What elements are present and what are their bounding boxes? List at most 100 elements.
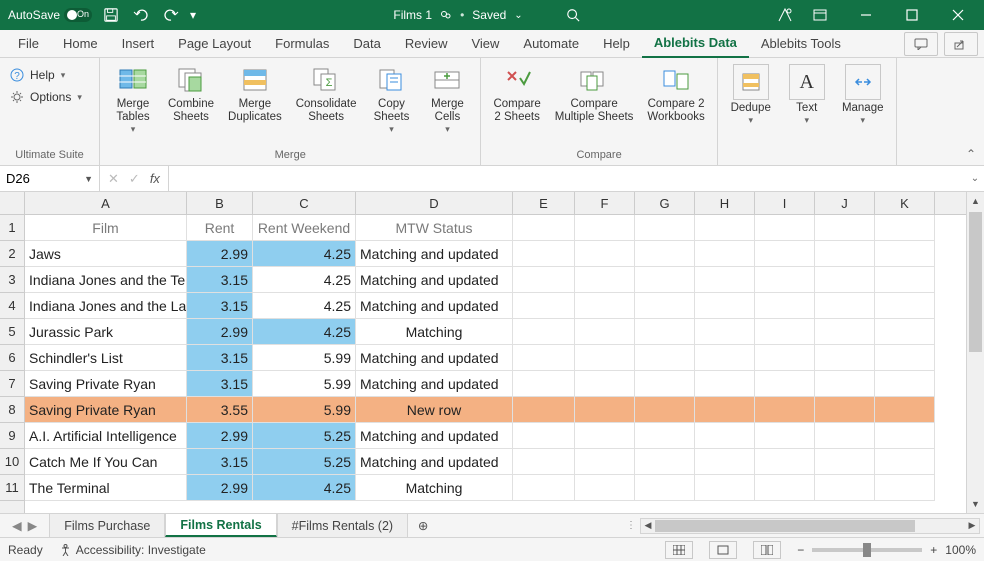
cell[interactable]: Saving Private Ryan bbox=[25, 397, 187, 423]
cell[interactable]: Matching and updated bbox=[356, 241, 513, 267]
spreadsheet-grid[interactable]: ABCDEFGHIJK 1234567891011 FilmRentRent W… bbox=[0, 192, 984, 513]
cell[interactable]: Rent Weekend bbox=[253, 215, 356, 241]
cell[interactable] bbox=[695, 345, 755, 371]
cell[interactable]: Rent bbox=[187, 215, 253, 241]
cell[interactable] bbox=[575, 345, 635, 371]
undo-icon[interactable] bbox=[130, 4, 152, 26]
cell[interactable]: Jaws bbox=[25, 241, 187, 267]
merge-cells-button[interactable]: Merge Cells▾ bbox=[420, 62, 474, 149]
cell[interactable]: Saving Private Ryan bbox=[25, 371, 187, 397]
cell[interactable] bbox=[513, 293, 575, 319]
cell[interactable]: 5.99 bbox=[253, 397, 356, 423]
compare-multisheets-button[interactable]: Compare Multiple Sheets bbox=[549, 62, 640, 149]
cell[interactable] bbox=[875, 267, 935, 293]
vertical-scrollbar[interactable]: ▲ ▼ bbox=[966, 192, 984, 513]
cell[interactable] bbox=[635, 241, 695, 267]
cell[interactable] bbox=[815, 215, 875, 241]
cell[interactable]: 4.25 bbox=[253, 241, 356, 267]
cell[interactable] bbox=[755, 215, 815, 241]
cell[interactable] bbox=[755, 241, 815, 267]
cell[interactable] bbox=[875, 371, 935, 397]
cell[interactable]: 2.99 bbox=[187, 423, 253, 449]
cell[interactable] bbox=[575, 241, 635, 267]
tab-insert[interactable]: Insert bbox=[110, 30, 167, 58]
sheet-tab-rentals2[interactable]: #Films Rentals (2) bbox=[277, 514, 408, 537]
zoom-in-button[interactable]: + bbox=[930, 543, 937, 557]
cell[interactable]: 5.99 bbox=[253, 345, 356, 371]
dedupe-button[interactable]: Dedupe▾ bbox=[724, 62, 778, 149]
cell[interactable] bbox=[635, 215, 695, 241]
scroll-left-icon[interactable]: ◀ bbox=[641, 519, 655, 533]
cell[interactable]: Matching and updated bbox=[356, 293, 513, 319]
cell[interactable]: New row bbox=[356, 397, 513, 423]
qat-dropdown[interactable]: ▾ bbox=[190, 8, 196, 22]
toggle-switch[interactable]: On bbox=[64, 8, 92, 22]
cell[interactable]: A.I. Artificial Intelligence bbox=[25, 423, 187, 449]
cell[interactable] bbox=[513, 423, 575, 449]
cell[interactable] bbox=[575, 449, 635, 475]
cell[interactable] bbox=[695, 319, 755, 345]
expand-formula-bar-icon[interactable]: ⌄ bbox=[966, 166, 984, 191]
row-header[interactable]: 9 bbox=[0, 423, 24, 449]
tab-page-layout[interactable]: Page Layout bbox=[166, 30, 263, 58]
maximize-button[interactable] bbox=[890, 0, 934, 30]
cell[interactable] bbox=[755, 423, 815, 449]
cell[interactable] bbox=[635, 371, 695, 397]
title-dropdown-icon[interactable]: ⌄ bbox=[514, 10, 522, 21]
copy-sheets-button[interactable]: Copy Sheets▾ bbox=[364, 62, 418, 149]
name-box[interactable]: D26 ▼ bbox=[0, 166, 100, 191]
tab-formulas[interactable]: Formulas bbox=[263, 30, 341, 58]
cell[interactable] bbox=[513, 267, 575, 293]
cell[interactable]: Indiana Jones and the Te bbox=[25, 267, 187, 293]
help-dropdown[interactable]: ?Help▾ bbox=[6, 66, 93, 84]
cell[interactable]: Indiana Jones and the La bbox=[25, 293, 187, 319]
row-header[interactable]: 7 bbox=[0, 371, 24, 397]
next-sheet-icon[interactable]: ▶ bbox=[28, 518, 38, 533]
cell[interactable]: Matching bbox=[356, 319, 513, 345]
column-header[interactable]: I bbox=[755, 192, 815, 214]
formula-input[interactable] bbox=[169, 166, 966, 191]
privacy-icon[interactable] bbox=[774, 4, 796, 26]
cell[interactable] bbox=[815, 241, 875, 267]
cell[interactable]: MTW Status bbox=[356, 215, 513, 241]
merge-duplicates-button[interactable]: Merge Duplicates bbox=[222, 62, 288, 149]
cell[interactable] bbox=[635, 423, 695, 449]
tab-review[interactable]: Review bbox=[393, 30, 460, 58]
cell[interactable] bbox=[635, 397, 695, 423]
chevron-down-icon[interactable]: ▼ bbox=[84, 174, 93, 184]
cell[interactable] bbox=[815, 319, 875, 345]
zoom-slider[interactable] bbox=[812, 548, 922, 552]
enter-formula-icon[interactable]: ✓ bbox=[129, 171, 140, 187]
column-header[interactable]: E bbox=[513, 192, 575, 214]
cell[interactable] bbox=[695, 215, 755, 241]
column-header[interactable]: G bbox=[635, 192, 695, 214]
cell[interactable]: Matching and updated bbox=[356, 371, 513, 397]
cell[interactable]: 5.25 bbox=[253, 423, 356, 449]
row-header[interactable]: 11 bbox=[0, 475, 24, 501]
tab-ablebits-tools[interactable]: Ablebits Tools bbox=[749, 30, 853, 58]
row-header[interactable]: 2 bbox=[0, 241, 24, 267]
cell[interactable]: 3.15 bbox=[187, 449, 253, 475]
cell[interactable] bbox=[635, 319, 695, 345]
tab-home[interactable]: Home bbox=[51, 30, 110, 58]
cell[interactable] bbox=[635, 449, 695, 475]
cell[interactable]: Catch Me If You Can bbox=[25, 449, 187, 475]
row-header[interactable]: 4 bbox=[0, 293, 24, 319]
search-icon[interactable] bbox=[561, 8, 585, 22]
fx-icon[interactable]: fx bbox=[150, 171, 160, 186]
cell[interactable] bbox=[815, 475, 875, 501]
cell[interactable] bbox=[875, 397, 935, 423]
tab-help[interactable]: Help bbox=[591, 30, 642, 58]
column-header[interactable]: H bbox=[695, 192, 755, 214]
cell[interactable] bbox=[815, 345, 875, 371]
row-header[interactable]: 3 bbox=[0, 267, 24, 293]
scroll-right-icon[interactable]: ▶ bbox=[965, 519, 979, 533]
row-header[interactable]: 8 bbox=[0, 397, 24, 423]
cell[interactable]: Matching and updated bbox=[356, 267, 513, 293]
options-dropdown[interactable]: Options▾ bbox=[6, 88, 93, 106]
column-header[interactable]: C bbox=[253, 192, 356, 214]
cell[interactable] bbox=[513, 319, 575, 345]
cell[interactable]: Film bbox=[25, 215, 187, 241]
cell[interactable] bbox=[695, 475, 755, 501]
column-header[interactable]: B bbox=[187, 192, 253, 214]
